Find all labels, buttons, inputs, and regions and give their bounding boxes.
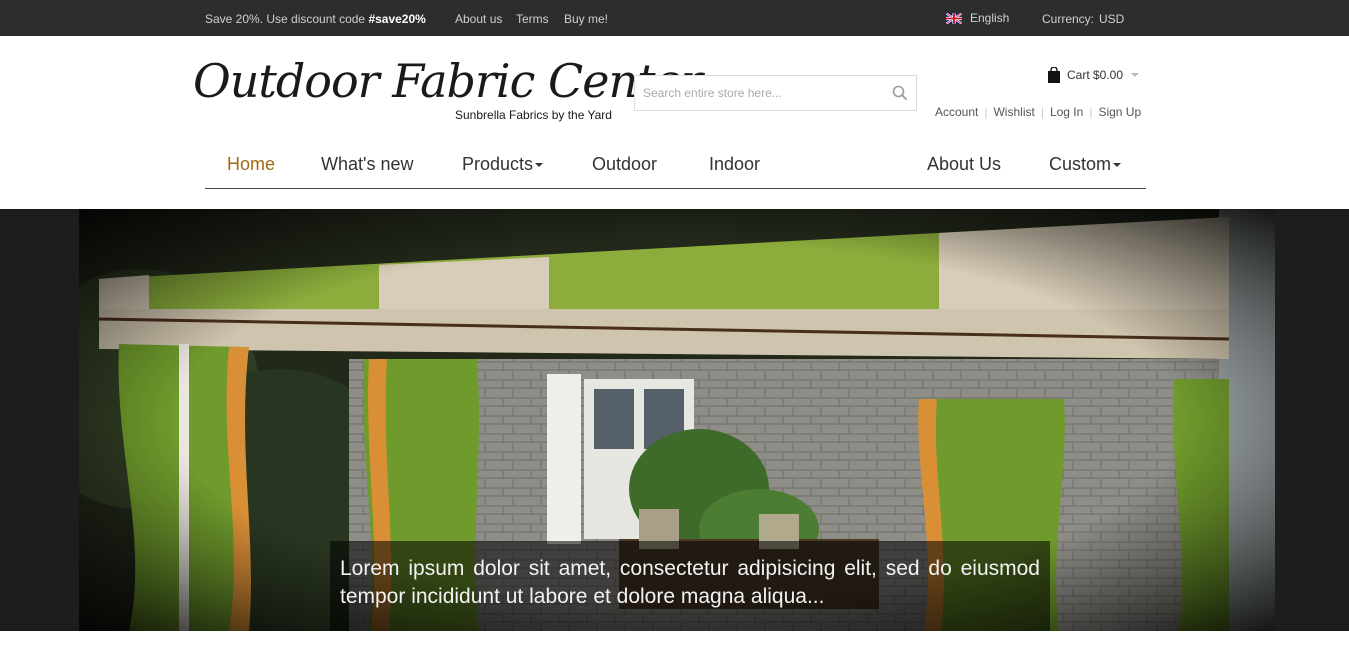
logo-title: Outdoor Fabric Center — [193, 54, 703, 108]
nav-label: Home — [227, 154, 276, 174]
language-label: English — [970, 11, 1010, 25]
hero-caption-text: Lorem ipsum dolor sit amet, consectetur … — [340, 557, 1040, 608]
currency-label: Currency: — [1042, 12, 1095, 26]
account-link[interactable]: Account — [935, 105, 978, 119]
nav-label: Outdoor — [592, 154, 658, 174]
nav-label: Products — [462, 154, 534, 174]
language-selector[interactable]: English — [946, 11, 1009, 25]
promo-text: Save 20%. Use discount code #save20% — [205, 12, 426, 26]
search-input[interactable] — [635, 76, 885, 110]
top-link-buy-me[interactable]: Buy me! — [564, 12, 608, 26]
cart-label: Cart $0.00 — [1067, 68, 1124, 82]
caret-down-icon — [535, 162, 544, 167]
top-link-about-us[interactable]: About us — [455, 12, 502, 26]
caret-down-icon — [1113, 162, 1122, 167]
separator: | — [1040, 105, 1044, 119]
nav-label: What's new — [321, 154, 414, 174]
cart-button[interactable]: Cart $0.00 — [1047, 67, 1140, 83]
currency-value: USD — [1099, 12, 1125, 26]
separator: | — [984, 105, 988, 119]
account-links: Account | Wishlist | Log In | Sign Up — [935, 105, 1141, 119]
main-nav: Home What's new Products Outdoor Indoor … — [205, 144, 1146, 189]
top-link-terms[interactable]: Terms — [516, 12, 549, 26]
promo-message: Save 20%. Use discount code — [205, 12, 369, 26]
logo-tagline: Sunbrella Fabrics by the Yard — [455, 108, 612, 122]
hero-caption[interactable]: Lorem ipsum dolor sit amet, consectetur … — [330, 541, 1050, 631]
top-bar: Save 20%. Use discount code #save20% Abo… — [0, 0, 1349, 36]
site-header: Outdoor Fabric Center Sunbrella Fabrics … — [0, 36, 1349, 209]
signup-link[interactable]: Sign Up — [1098, 105, 1141, 119]
wishlist-link[interactable]: Wishlist — [993, 105, 1034, 119]
nav-label: Indoor — [709, 154, 761, 174]
nav-item-outdoor[interactable]: Outdoor — [592, 154, 657, 175]
separator: | — [1089, 105, 1093, 119]
login-link[interactable]: Log In — [1050, 105, 1083, 119]
currency-selector[interactable]: Currency: USD — [1042, 12, 1124, 26]
nav-item-indoor[interactable]: Indoor — [709, 154, 760, 175]
search-box — [634, 75, 917, 111]
site-logo[interactable]: Outdoor Fabric Center Sunbrella Fabrics … — [193, 52, 703, 127]
search-icon[interactable] — [892, 85, 908, 101]
nav-item-products[interactable]: Products — [462, 154, 544, 175]
nav-item-home[interactable]: Home — [227, 154, 275, 175]
shopping-bag-icon — [1048, 67, 1060, 83]
flag-uk-icon — [946, 12, 962, 24]
promo-code: #save20% — [368, 12, 426, 26]
caret-down-icon — [1131, 73, 1140, 77]
nav-label: Custom — [1049, 154, 1112, 174]
nav-label: About Us — [927, 154, 1002, 174]
nav-item-whats-new[interactable]: What's new — [321, 154, 413, 175]
hero-slider: Lorem ipsum dolor sit amet, consectetur … — [0, 209, 1349, 631]
nav-item-custom[interactable]: Custom — [1049, 154, 1122, 175]
nav-item-about-us[interactable]: About Us — [927, 154, 1001, 175]
